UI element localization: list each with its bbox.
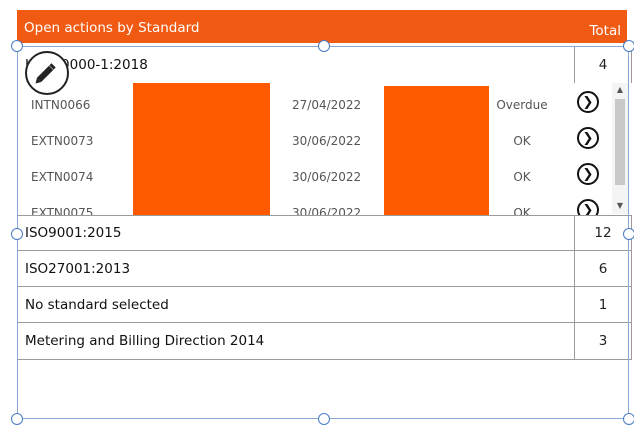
resize-handle-top-center[interactable] (318, 40, 330, 52)
resize-handle-bottom-center[interactable] (318, 413, 330, 425)
selection-frame (17, 46, 629, 419)
resize-handle-top-right[interactable] (623, 40, 634, 52)
header-total-label: Total (589, 23, 621, 39)
edit-gallery-button[interactable] (25, 51, 69, 95)
resize-handle-middle-left[interactable] (11, 228, 23, 240)
resize-handle-bottom-left[interactable] (11, 413, 23, 425)
pencil-icon (35, 63, 56, 84)
header-title: Open actions by Standard (24, 20, 200, 36)
resize-handle-top-left[interactable] (11, 40, 23, 52)
resize-handle-bottom-right[interactable] (623, 413, 634, 425)
resize-handle-middle-right[interactable] (623, 228, 634, 240)
